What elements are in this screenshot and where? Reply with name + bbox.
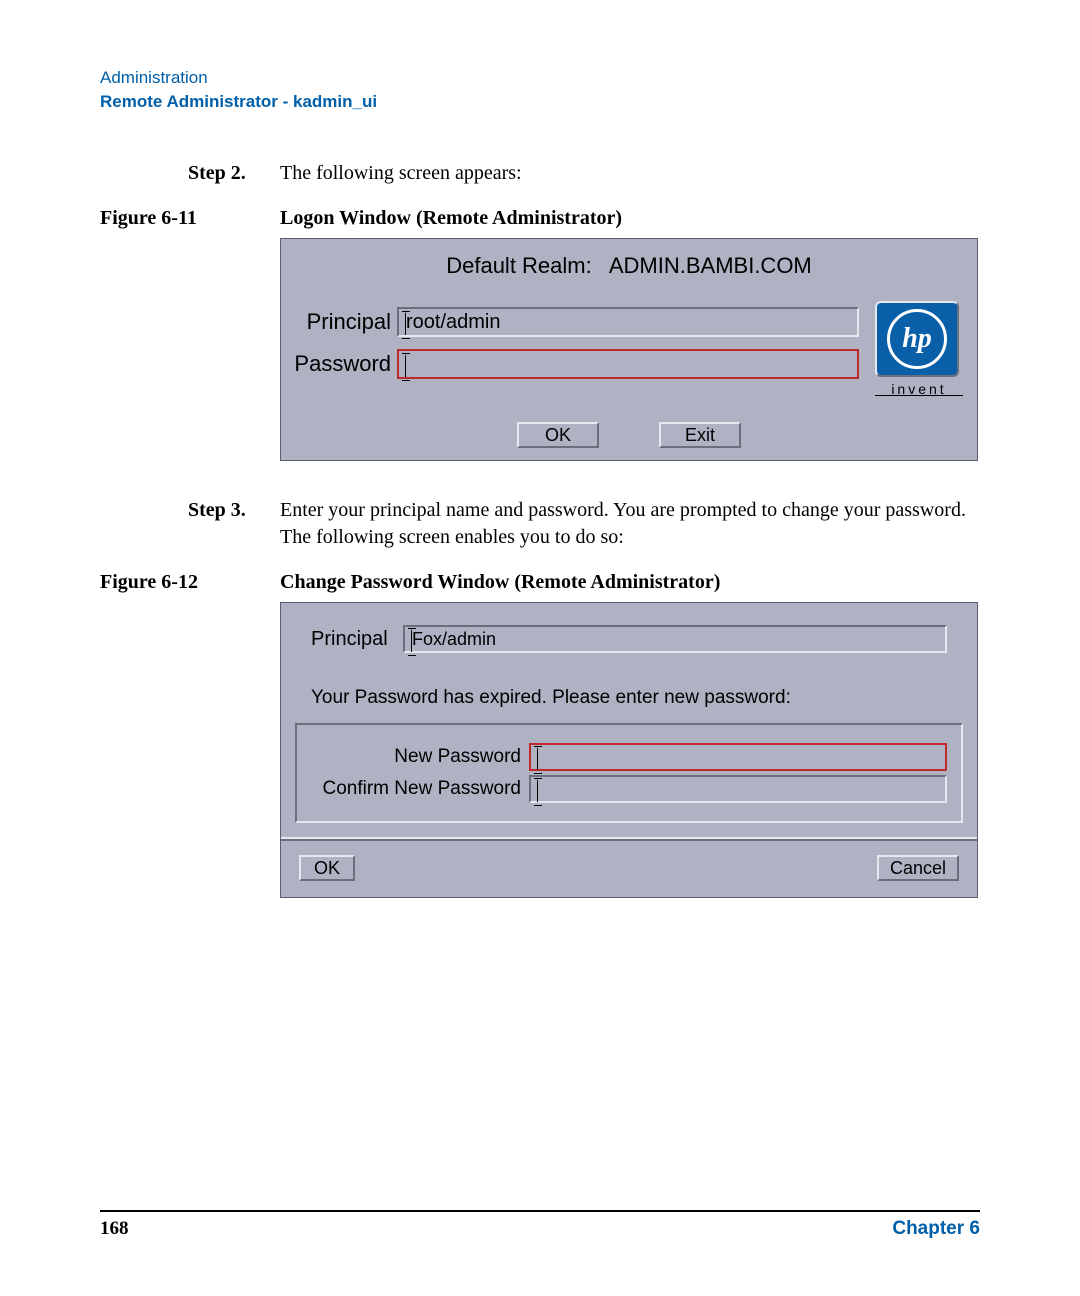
- realm-value: ADMIN.BAMBI.COM: [609, 253, 812, 278]
- section-subtitle: Remote Administrator - kadmin_ui: [100, 92, 980, 112]
- figure-6-12-label: Figure 6-12: [100, 569, 280, 596]
- section-header: Administration: [100, 68, 980, 88]
- principal-value: root/admin: [406, 311, 501, 334]
- text-caret-icon: [405, 310, 406, 335]
- change-password-window: Principal Fox/admin Your Password has ex…: [280, 602, 978, 898]
- text-caret-icon: [405, 352, 406, 377]
- step-3-label: Step 3.: [188, 497, 280, 551]
- chapter-label: Chapter 6: [892, 1218, 980, 1240]
- principal-label: Principal: [281, 309, 397, 335]
- confirm-password-input[interactable]: [529, 775, 947, 803]
- confirm-password-label: Confirm New Password: [311, 778, 529, 800]
- step-2-text: The following screen appears:: [280, 160, 980, 187]
- figure-6-12-caption: Change Password Window (Remote Administr…: [280, 569, 720, 596]
- ok-button[interactable]: OK: [517, 422, 599, 448]
- logon-window: Default Realm: ADMIN.BAMBI.COM Principal…: [280, 238, 978, 461]
- chg-principal-value: Fox/admin: [412, 629, 496, 650]
- exit-button[interactable]: Exit: [659, 422, 741, 448]
- hp-logo: hp invent: [869, 301, 977, 396]
- text-caret-icon: [537, 745, 538, 770]
- expired-message: Your Password has expired. Please enter …: [281, 669, 977, 723]
- figure-6-11-caption: Logon Window (Remote Administrator): [280, 205, 622, 232]
- password-input[interactable]: [397, 349, 859, 379]
- realm-label: Default Realm:: [446, 253, 592, 278]
- chg-ok-button[interactable]: OK: [299, 855, 355, 881]
- page-number: 168: [100, 1218, 129, 1240]
- chg-cancel-button[interactable]: Cancel: [877, 855, 959, 881]
- chg-principal-input[interactable]: Fox/admin: [403, 625, 947, 653]
- principal-input[interactable]: root/admin: [397, 307, 859, 337]
- text-caret-icon: [537, 777, 538, 802]
- figure-6-11-label: Figure 6-11: [100, 205, 280, 232]
- new-password-label: New Password: [311, 746, 529, 768]
- password-frame: New Password Confirm New Password: [295, 723, 963, 823]
- password-label: Password: [281, 351, 397, 377]
- text-caret-icon: [411, 627, 412, 652]
- step-2: Step 2. The following screen appears:: [188, 160, 980, 187]
- figure-6-11-heading: Figure 6-11 Logon Window (Remote Adminis…: [100, 205, 980, 232]
- new-password-input[interactable]: [529, 743, 947, 771]
- figure-6-12-heading: Figure 6-12 Change Password Window (Remo…: [100, 569, 980, 596]
- chg-principal-label: Principal: [311, 628, 403, 651]
- default-realm: Default Realm: ADMIN.BAMBI.COM: [281, 239, 977, 301]
- page-footer: 168 Chapter 6: [100, 1210, 980, 1240]
- hp-tagline: invent: [875, 381, 963, 396]
- step-3: Step 3. Enter your principal name and pa…: [188, 497, 980, 551]
- step-2-label: Step 2.: [188, 160, 280, 187]
- step-3-text: Enter your principal name and password. …: [280, 497, 980, 551]
- hp-logo-text: hp: [887, 309, 947, 369]
